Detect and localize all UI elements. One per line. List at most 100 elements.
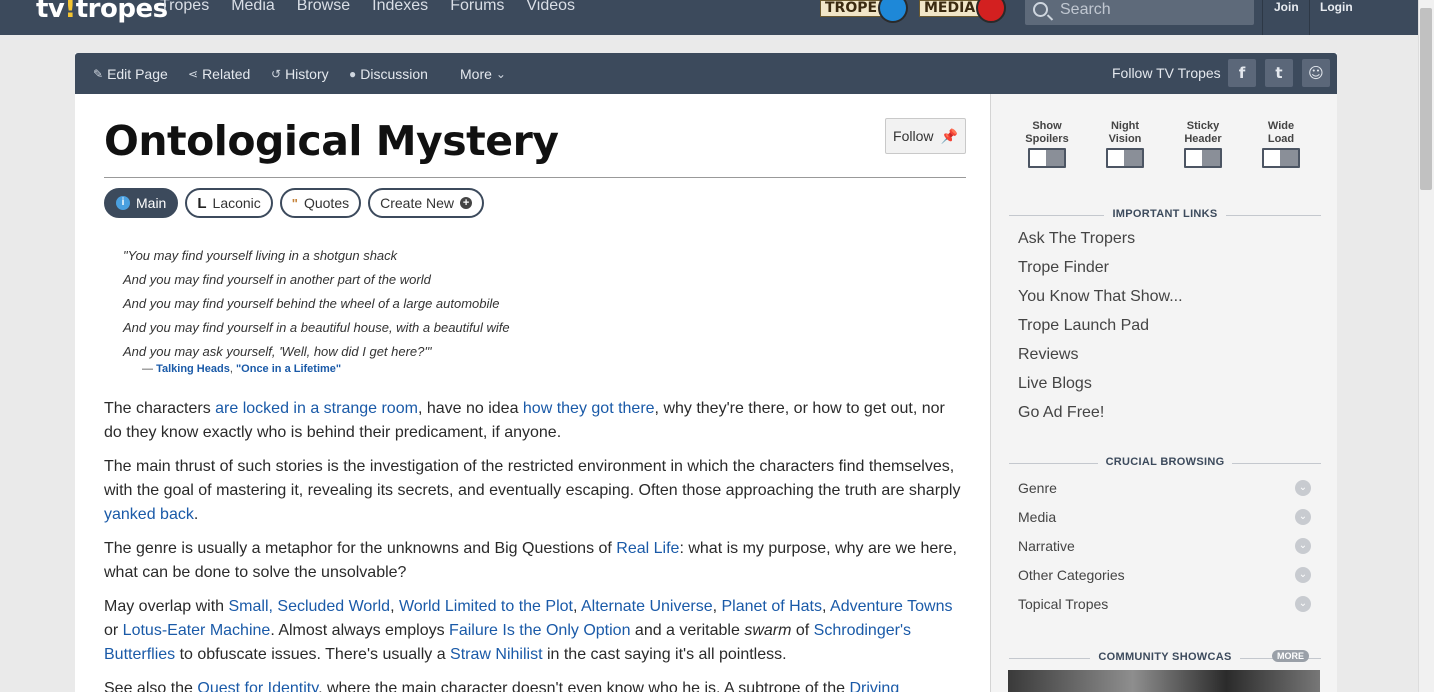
nav-browse[interactable]: Browse [297,0,350,15]
quote-line: And you may find yourself in a beautiful… [123,320,510,335]
link-planet-of-hats[interactable]: Planet of Hats [722,598,823,615]
toggle-switch[interactable] [1262,148,1300,168]
chevron-down-icon: ⌄ [1295,509,1311,525]
crucial-item[interactable]: Genre ⌄ [1018,480,1313,509]
tab-create-new[interactable]: Create New + [368,188,485,218]
quote-line: And you may find yourself behind the whe… [123,296,500,311]
toggle-switch[interactable] [1106,148,1144,168]
toggle-switch[interactable] [1028,148,1066,168]
share-icon: ⋖ [188,67,199,81]
join-link[interactable]: Join [1274,0,1299,14]
nav-indexes[interactable]: Indexes [372,0,428,15]
link-real-life[interactable]: Real Life [616,540,679,557]
facebook-icon[interactable]: f [1228,59,1256,87]
quote-source-link[interactable]: "Once in a Lifetime" [236,363,341,375]
random-trope-button[interactable]: TROPE [820,0,908,23]
sidebar-link[interactable]: Trope Launch Pad [1018,316,1183,345]
divider [1262,0,1263,35]
plus-circle-icon: + [460,197,473,209]
more-dropdown[interactable]: More ⌄ [460,66,506,82]
scrollbar-thumb[interactable] [1420,8,1432,190]
link-adventure-towns[interactable]: Adventure Towns [830,598,952,615]
sidebar-link[interactable]: You Know That Show... [1018,287,1183,316]
toggle-sticky-header[interactable]: Sticky Header [1173,120,1233,168]
link-driving[interactable]: Driving [849,680,899,692]
sidebar-link[interactable]: Reviews [1018,345,1183,374]
link-straw-nihilist[interactable]: Straw Nihilist [450,646,542,663]
history-icon: ↺ [271,67,282,81]
page-tabs: i Main L Laconic " Quotes Create New + [104,188,485,218]
follow-tv-tropes-label: Follow TV Tropes [1112,65,1221,81]
divider [1309,0,1310,35]
random-media-button[interactable]: MEDIA [919,0,1007,23]
tab-laconic[interactable]: L Laconic [185,188,273,218]
sidebar: Show Spoilers Night Vision Sticky Header Wi… [990,94,1337,692]
sidebar-link[interactable]: Ask The Tropers [1018,229,1183,258]
nav-forums[interactable]: Forums [450,0,504,15]
link-world-limited-to-the-plot[interactable]: World Limited to the Plot [399,598,573,615]
random-trope-ball-icon [878,0,908,23]
toggle-switch[interactable] [1184,148,1222,168]
link-small-secluded-world[interactable]: Small, Secluded World [229,598,391,615]
sidebar-link[interactable]: Trope Finder [1018,258,1183,287]
sidebar-link[interactable]: Live Blogs [1018,374,1183,403]
search-input[interactable] [1060,0,1240,19]
chevron-down-icon: ⌄ [1295,567,1311,583]
twitter-icon[interactable]: t [1265,59,1293,87]
pin-icon: 📌 [940,127,958,144]
sidebar-link[interactable]: Go Ad Free! [1018,403,1183,432]
crucial-item[interactable]: Narrative ⌄ [1018,538,1313,567]
title-divider [104,177,966,178]
link-locked-in-a-strange-room[interactable]: are locked in a strange room [215,400,418,417]
nav-media[interactable]: Media [231,0,275,15]
login-link[interactable]: Login [1320,0,1353,14]
discussion-button[interactable]: ● Discussion [349,66,428,82]
page-title: Ontological Mystery [104,117,559,165]
tab-main[interactable]: i Main [104,188,179,218]
link-quest-for-identity[interactable]: Quest for Identity [197,680,318,692]
chevron-down-icon: ⌄ [495,67,506,81]
toggle-wide-load[interactable]: Wide Load [1251,120,1311,168]
quote-attribution: — Talking Heads, "Once in a Lifetime" [142,363,342,375]
edit-page-button[interactable]: ✎ Edit Page [93,66,168,82]
link-lotus-eater-machine[interactable]: Lotus-Eater Machine [123,622,271,639]
chevron-down-icon: ⌄ [1295,596,1311,612]
important-links-heading: IMPORTANT LINKS [1009,208,1321,220]
history-button[interactable]: ↺ History [271,66,329,82]
top-navbar: tv!tropes Tropes Media Browse Indexes Fo… [0,0,1418,35]
paragraph: The characters are locked in a strange r… [104,400,945,441]
nav-tropes[interactable]: Tropes [160,0,209,15]
link-yanked-back[interactable]: yanked back [104,506,194,523]
tab-quotes[interactable]: " Quotes [279,188,362,218]
crucial-item[interactable]: Topical Tropes ⌄ [1018,596,1313,625]
article-body: The characters are locked in a strange r… [104,397,966,692]
site-logo[interactable]: tv!tropes [36,0,168,24]
main-nav: Tropes Media Browse Indexes Forums Video… [160,0,575,15]
toggle-show-spoilers[interactable]: Show Spoilers [1017,120,1077,168]
link-how-they-got-there[interactable]: how they got there [523,400,655,417]
link-failure-is-the-only-option[interactable]: Failure Is the Only Option [449,622,630,639]
crucial-item[interactable]: Media ⌄ [1018,509,1313,538]
page-panel: ✎ Edit Page ⋖ Related ↺ History ● Discussion… [75,53,1337,692]
related-button[interactable]: ⋖ Related [188,66,250,82]
search-box[interactable] [1025,0,1254,25]
chevron-down-icon: ⌄ [1295,538,1311,554]
speech-bubble-icon: ● [349,67,357,81]
quote-line: "You may find yourself living in a shotg… [123,248,398,263]
reddit-icon[interactable]: ☺ [1302,59,1330,87]
follow-button[interactable]: Follow 📌 [885,118,966,154]
crucial-item[interactable]: Other Categories ⌄ [1018,567,1313,596]
page-quote: "You may find yourself living in a shotg… [123,244,510,375]
link-alternate-universe[interactable]: Alternate Universe [581,598,713,615]
pencil-icon: ✎ [93,67,104,81]
chevron-down-icon: ⌄ [1295,480,1311,496]
showcase-banner-image[interactable] [1008,670,1320,692]
nav-videos[interactable]: Videos [526,0,575,15]
more-badge[interactable]: MORE [1272,650,1309,662]
toggle-night-vision[interactable]: Night Vision [1095,120,1155,168]
page-action-bar: ✎ Edit Page ⋖ Related ↺ History ● Discussion… [75,53,1337,94]
quote-author-link[interactable]: Talking Heads [156,363,230,375]
quote-icon: " [291,195,298,211]
scrollbar[interactable] [1418,0,1434,692]
quote-line: And you may ask yourself, 'Well, how did… [123,344,432,359]
